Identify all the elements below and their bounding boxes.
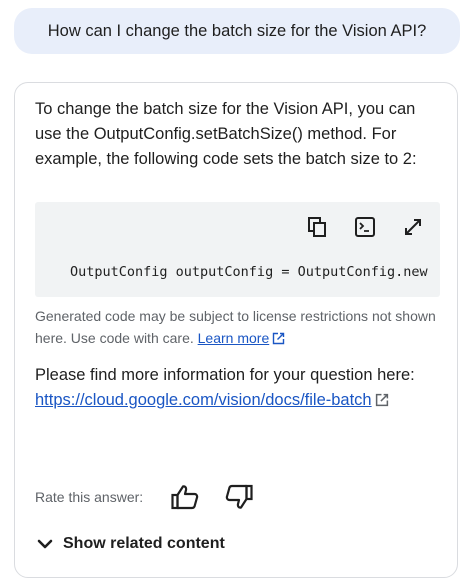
show-related-content-button[interactable]: Show related content bbox=[37, 535, 225, 553]
rate-label: Rate this answer: bbox=[35, 489, 144, 505]
show-related-label: Show related content bbox=[63, 535, 225, 552]
rating-row: Rate this answer: bbox=[35, 479, 277, 515]
open-terminal-button[interactable] bbox=[352, 214, 378, 240]
code-toolbar bbox=[304, 214, 426, 240]
expand-code-button[interactable] bbox=[400, 214, 426, 240]
copy-code-button[interactable] bbox=[304, 214, 330, 240]
thumbs-up-icon bbox=[171, 485, 199, 510]
external-link-icon bbox=[375, 393, 388, 407]
terminal-icon bbox=[355, 217, 375, 237]
user-question-bubble: How can I change the batch size for the … bbox=[14, 8, 460, 54]
code-block: OutputConfig outputConfig = OutputConfig… bbox=[35, 202, 440, 297]
thumbs-down-button[interactable] bbox=[223, 481, 255, 513]
expand-icon bbox=[405, 219, 421, 235]
copy-icon bbox=[308, 217, 326, 237]
external-link-icon bbox=[273, 332, 285, 345]
chevron-down-icon bbox=[37, 539, 53, 549]
user-question-text: How can I change the batch size for the … bbox=[47, 21, 427, 40]
code-line: OutputConfig outputConfig = OutputConfig… bbox=[70, 264, 428, 280]
docs-link[interactable]: https://cloud.google.com/vision/docs/fil… bbox=[35, 391, 372, 409]
answer-card: To change the batch size for the Vision … bbox=[14, 82, 458, 578]
answer-intro: To change the batch size for the Vision … bbox=[35, 100, 417, 168]
thumbs-up-button[interactable] bbox=[169, 481, 201, 513]
code-disclaimer: Generated code may be subject to license… bbox=[35, 305, 440, 349]
learn-more-link[interactable]: Learn more bbox=[198, 330, 270, 346]
more-info-paragraph: Please find more information for your qu… bbox=[35, 363, 440, 413]
thumbs-down-icon bbox=[225, 484, 253, 509]
more-info-text: Please find more information for your qu… bbox=[35, 366, 415, 384]
